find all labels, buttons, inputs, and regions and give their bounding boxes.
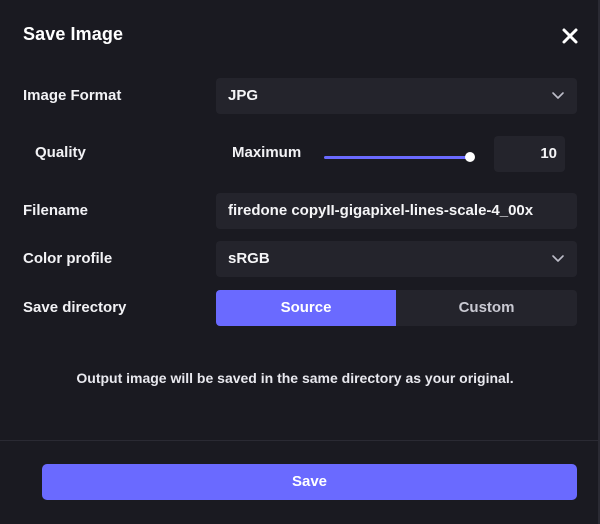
save-image-dialog: Save Image Image Format JPG Quality Maxi… <box>0 0 600 524</box>
color-profile-label: Color profile <box>23 250 113 267</box>
save-directory-label: Save directory <box>23 299 127 316</box>
quality-slider-thumb[interactable] <box>465 152 475 162</box>
chevron-down-icon <box>552 92 564 99</box>
divider <box>0 440 598 441</box>
filename-input[interactable]: firedone copyII-gigapixel-lines-scale-4_… <box>216 193 577 229</box>
close-button[interactable] <box>560 26 580 46</box>
info-message: Output image will be saved in the same d… <box>76 370 514 386</box>
close-icon <box>562 28 578 44</box>
quality-label: Quality <box>35 144 86 161</box>
image-format-label: Image Format <box>23 87 122 104</box>
save-directory-source-option[interactable]: Source <box>216 290 396 326</box>
image-format-select[interactable]: JPG <box>216 78 577 114</box>
image-format-value: JPG <box>228 87 259 104</box>
quality-level-label: Maximum <box>232 144 302 161</box>
color-profile-select[interactable]: sRGB <box>216 241 577 277</box>
save-button[interactable]: Save <box>42 464 577 500</box>
quality-slider-track[interactable] <box>324 156 470 159</box>
color-profile-value: sRGB <box>228 250 270 267</box>
dialog-title: Save Image <box>23 24 124 44</box>
chevron-down-icon <box>552 255 564 262</box>
save-directory-custom-option[interactable]: Custom <box>396 290 577 326</box>
quality-input[interactable]: 10 <box>494 136 565 172</box>
filename-label: Filename <box>23 202 89 219</box>
